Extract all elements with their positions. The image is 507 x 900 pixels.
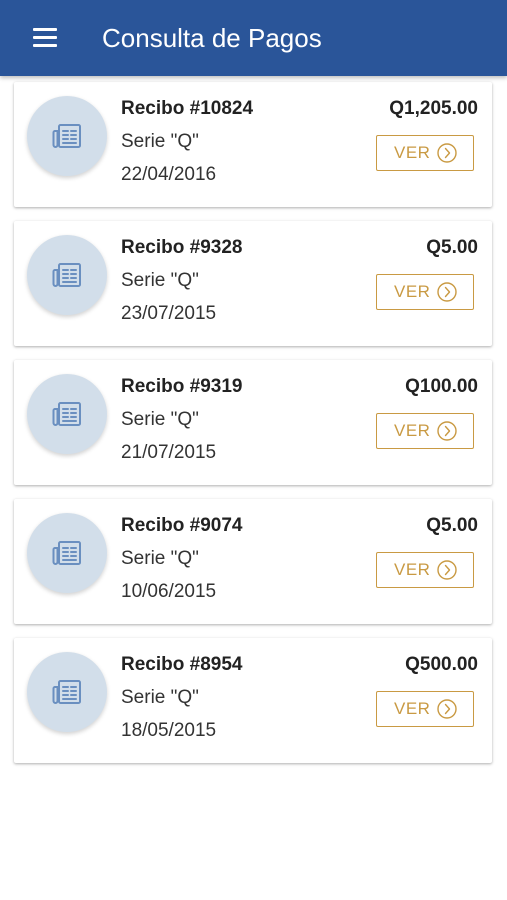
receipt-icon bbox=[52, 124, 81, 148]
receipt-date: 23/07/2015 bbox=[121, 303, 217, 324]
view-receipt-button[interactable]: VER bbox=[376, 274, 474, 310]
view-button-label: VER bbox=[394, 560, 431, 579]
receipt-card: Recibo #9074 Serie "Q" 10/06/2015 Q5.00 … bbox=[14, 499, 492, 624]
receipt-number: Recibo #10824 bbox=[121, 98, 254, 119]
view-button-label: VER bbox=[394, 699, 431, 718]
chevron-right-circle-icon bbox=[437, 282, 457, 302]
view-receipt-button[interactable]: VER bbox=[376, 552, 474, 588]
page-title: Consulta de Pagos bbox=[102, 23, 322, 53]
chevron-right-circle-icon bbox=[437, 421, 457, 441]
receipt-avatar bbox=[27, 96, 107, 176]
receipt-avatar bbox=[27, 235, 107, 315]
view-button-label: VER bbox=[394, 421, 431, 440]
receipt-number: Recibo #9074 bbox=[121, 515, 243, 536]
receipt-number: Recibo #9319 bbox=[121, 376, 243, 397]
app-bar: Consulta de Pagos bbox=[0, 0, 507, 76]
receipt-serie: Serie "Q" bbox=[121, 131, 199, 152]
receipt-amount: Q5.00 bbox=[426, 515, 478, 536]
view-button-label: VER bbox=[394, 143, 431, 162]
receipt-amount: Q100.00 bbox=[405, 376, 478, 397]
receipt-date: 18/05/2015 bbox=[121, 720, 217, 741]
receipt-icon bbox=[52, 402, 81, 426]
receipt-card: Recibo #9328 Serie "Q" 23/07/2015 Q5.00 … bbox=[14, 221, 492, 346]
receipt-date: 21/07/2015 bbox=[121, 442, 217, 463]
receipt-date: 22/04/2016 bbox=[121, 164, 217, 185]
receipt-icon bbox=[52, 541, 81, 565]
receipt-date: 10/06/2015 bbox=[121, 581, 217, 602]
receipt-icon bbox=[52, 680, 81, 704]
receipt-amount: Q5.00 bbox=[426, 237, 478, 258]
receipt-serie: Serie "Q" bbox=[121, 548, 199, 569]
menu-line bbox=[33, 28, 57, 31]
receipt-amount: Q500.00 bbox=[405, 654, 478, 675]
receipt-serie: Serie "Q" bbox=[121, 409, 199, 430]
receipt-serie: Serie "Q" bbox=[121, 687, 199, 708]
receipt-card: Recibo #10824 Serie "Q" 22/04/2016 Q1,20… bbox=[14, 82, 492, 207]
receipt-list: Recibo #10824 Serie "Q" 22/04/2016 Q1,20… bbox=[14, 82, 492, 777]
chevron-right-circle-icon bbox=[437, 560, 457, 580]
chevron-right-circle-icon bbox=[437, 143, 457, 163]
receipt-avatar bbox=[27, 374, 107, 454]
menu-line bbox=[33, 36, 57, 39]
receipt-avatar bbox=[27, 513, 107, 593]
receipt-serie: Serie "Q" bbox=[121, 270, 199, 291]
view-receipt-button[interactable]: VER bbox=[376, 691, 474, 727]
receipt-avatar bbox=[27, 652, 107, 732]
hamburger-menu-icon[interactable] bbox=[21, 20, 69, 56]
view-receipt-button[interactable]: VER bbox=[376, 413, 474, 449]
receipt-amount: Q1,205.00 bbox=[389, 98, 478, 119]
view-button-label: VER bbox=[394, 282, 431, 301]
view-receipt-button[interactable]: VER bbox=[376, 135, 474, 171]
receipt-card: Recibo #9319 Serie "Q" 21/07/2015 Q100.0… bbox=[14, 360, 492, 485]
receipt-number: Recibo #9328 bbox=[121, 237, 243, 258]
receipt-icon bbox=[52, 263, 81, 287]
receipt-card: Recibo #8954 Serie "Q" 18/05/2015 Q500.0… bbox=[14, 638, 492, 763]
menu-line bbox=[33, 44, 57, 47]
receipt-number: Recibo #8954 bbox=[121, 654, 243, 675]
chevron-right-circle-icon bbox=[437, 699, 457, 719]
